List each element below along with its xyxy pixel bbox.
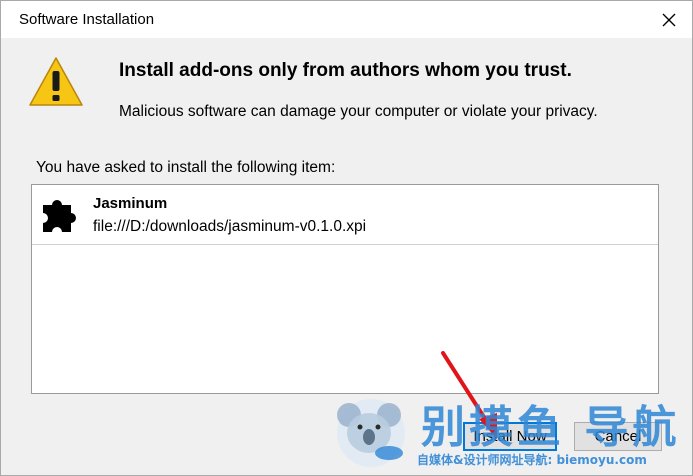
software-installation-dialog: Software Installation Install add-ons on… [0,0,693,476]
watermark-tagline: 自媒体&设计师网址导航: biemoyu.com [417,453,647,467]
koala-logo [337,399,405,467]
warning-subtext: Malicious software can damage your compu… [119,103,598,120]
puzzle-piece-icon [43,199,77,232]
close-button[interactable] [656,7,682,33]
addon-name: Jasminum [93,195,168,212]
cancel-button[interactable]: Cancel [574,422,662,451]
list-item[interactable]: Jasminum file:///D:/downloads/jasminum-v… [32,185,658,245]
list-caption: You have asked to install the following … [36,159,336,176]
close-icon [662,13,676,27]
addon-list[interactable]: Jasminum file:///D:/downloads/jasminum-v… [31,184,659,394]
title-bar: Software Installation [1,1,692,38]
warning-icon [29,57,83,106]
warning-headline: Install add-ons only from authors whom y… [119,60,572,81]
window-title: Software Installation [19,11,155,28]
addon-file-path: file:///D:/downloads/jasminum-v0.1.0.xpi [93,218,367,235]
install-now-button[interactable]: Install Now [463,422,557,451]
